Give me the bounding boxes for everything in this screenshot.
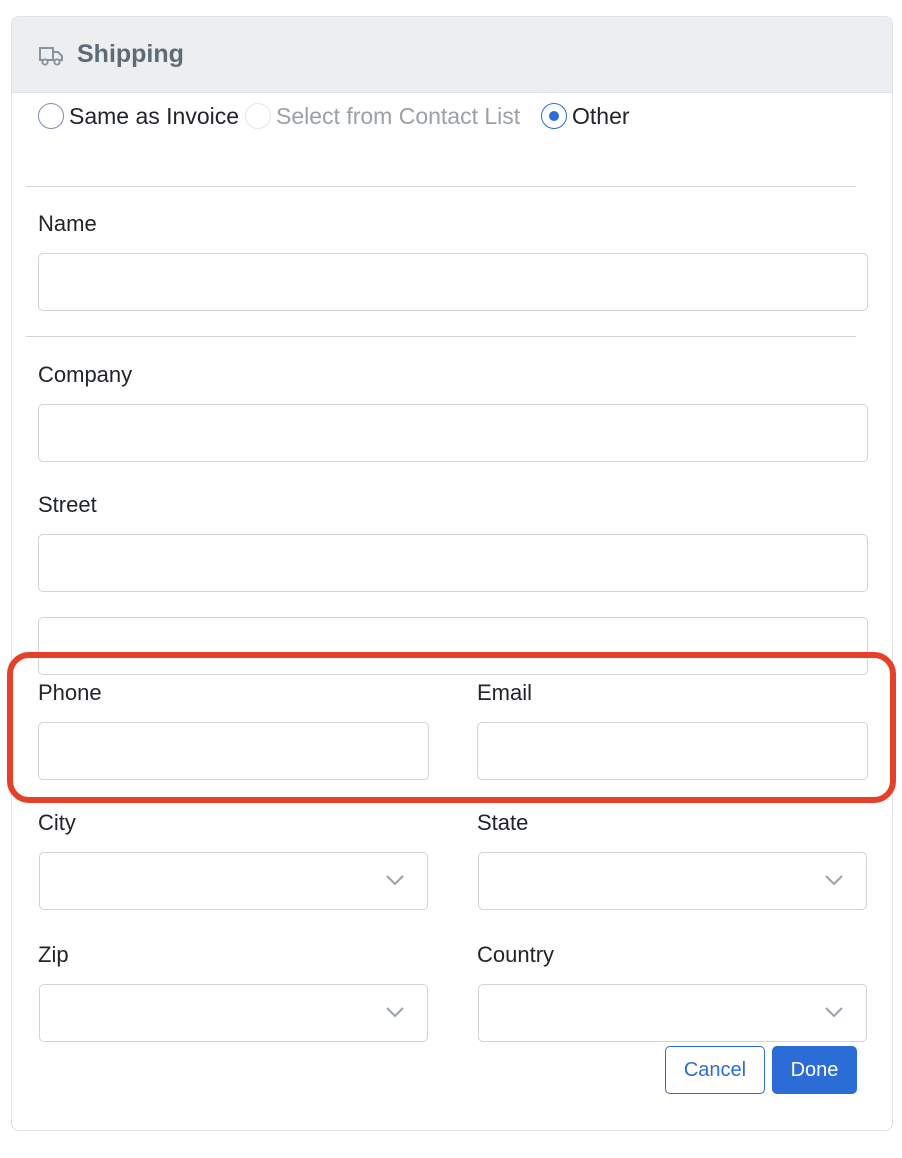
- radio-other[interactable]: Other: [541, 102, 630, 130]
- company-label: Company: [38, 362, 133, 387]
- radio-label: Same as Invoice: [69, 102, 240, 129]
- truck-icon: [39, 47, 63, 66]
- phone-label: Phone: [38, 680, 102, 705]
- card-title: Shipping: [77, 40, 184, 68]
- radio-circle[interactable]: [541, 103, 567, 129]
- city-label: City: [38, 810, 76, 835]
- name-input[interactable]: [38, 253, 868, 311]
- radio-label: Other: [572, 102, 630, 129]
- country-select[interactable]: [478, 984, 867, 1042]
- zip-label: Zip: [38, 942, 69, 967]
- radio-circle[interactable]: [38, 103, 64, 129]
- divider: [26, 336, 856, 337]
- state-select[interactable]: [478, 852, 867, 910]
- state-label: State: [477, 810, 529, 835]
- chevron-down-icon: [825, 875, 843, 886]
- radio-same-as-invoice[interactable]: Same as Invoice: [38, 102, 239, 130]
- street-label: Street: [38, 492, 97, 517]
- name-label: Name: [38, 211, 97, 236]
- done-button[interactable]: Done: [772, 1046, 857, 1094]
- card-header: Shipping: [12, 17, 892, 93]
- chevron-down-icon: [386, 875, 404, 886]
- street-input[interactable]: [38, 534, 868, 592]
- zip-select[interactable]: [39, 984, 428, 1042]
- cancel-button[interactable]: Cancel: [665, 1046, 765, 1094]
- radio-label: Select from Contact List: [276, 102, 521, 129]
- company-input[interactable]: [38, 404, 868, 462]
- radio-select-from-contact-list: Select from Contact List: [245, 102, 520, 130]
- street-line2-input[interactable]: [38, 617, 868, 675]
- country-label: Country: [477, 942, 555, 967]
- phone-input[interactable]: [38, 722, 429, 780]
- email-input[interactable]: [477, 722, 868, 780]
- city-select[interactable]: [39, 852, 428, 910]
- chevron-down-icon: [825, 1007, 843, 1018]
- chevron-down-icon: [386, 1007, 404, 1018]
- divider: [26, 186, 856, 187]
- email-label: Email: [477, 680, 533, 705]
- radio-circle: [245, 103, 271, 129]
